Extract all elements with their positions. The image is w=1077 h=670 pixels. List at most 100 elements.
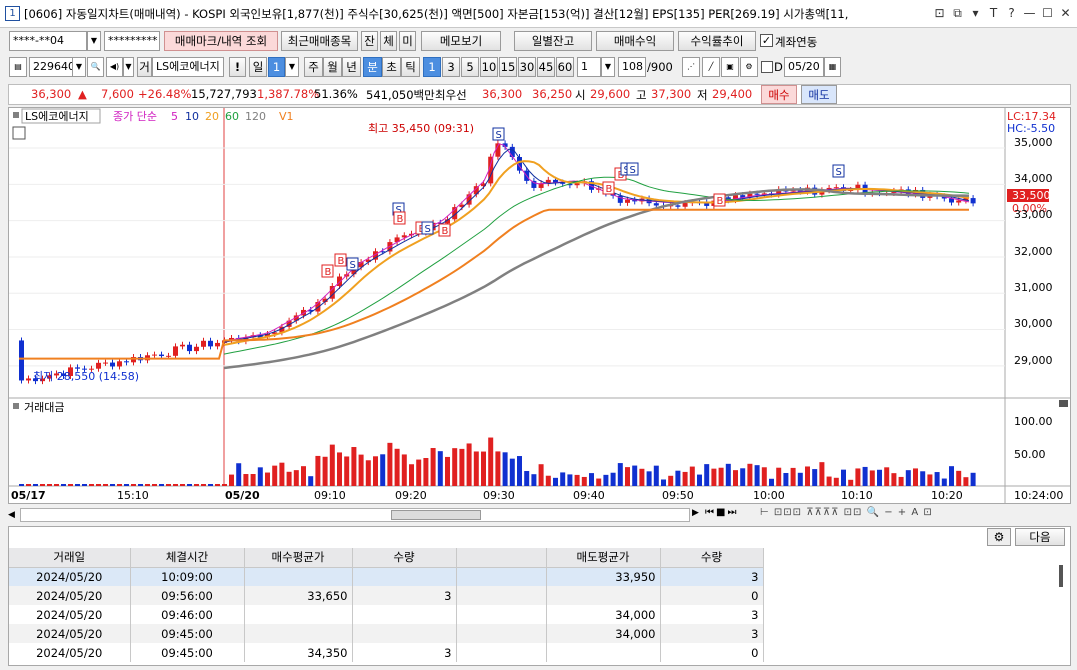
interval-45-button[interactable]: 45 <box>537 57 555 77</box>
trade-profit-button[interactable]: 매매수익 <box>596 31 674 51</box>
col-sell-qty: 수량 <box>660 548 764 568</box>
high-annotation: 최고 35,450 (09:31) <box>368 122 474 135</box>
price-tick: 33,000 <box>1014 208 1053 221</box>
interval-1-button[interactable]: 1 <box>423 57 441 77</box>
price-chart-svg[interactable]: BBSSBBSBSBBSSBS LS에코에너지 종가 단순 5 10 20 60… <box>9 108 1070 503</box>
date-checkbox[interactable] <box>761 61 773 73</box>
chart-panel[interactable]: BBSSBBSBSBBSSBS LS에코에너지 종가 단순 5 10 20 60… <box>8 107 1071 504</box>
trade-mark-query-button[interactable]: 매매마크/내역 조회 <box>164 31 278 51</box>
interval-10-button[interactable]: 10 <box>480 57 498 77</box>
interval-15-button[interactable]: 15 <box>499 57 517 77</box>
calendar-icon[interactable]: ▦ <box>824 57 841 77</box>
chart-tool-icons[interactable]: ⊢ ⊡⊡⊡ ⊼⊼⊼⊼ ⊡⊡ 🔍 − + A ⊡ <box>760 507 933 518</box>
recent-trade-items-button[interactable]: 최근매매종목 <box>281 31 358 51</box>
volume-bar <box>437 451 443 486</box>
balance-button[interactable]: 잔 <box>361 31 378 51</box>
interval-dropdown-icon[interactable]: ▼ <box>601 57 615 77</box>
time-label: 10:24:00 <box>1014 489 1063 502</box>
volume-bar <box>208 484 213 486</box>
volume-bar <box>668 475 674 486</box>
memo-button[interactable]: 메모보기 <box>421 31 501 51</box>
font-icon[interactable]: T <box>986 5 1001 21</box>
exchange-badge[interactable]: 거 <box>137 57 152 77</box>
layout-icon[interactable]: ⊡ <box>932 5 947 21</box>
best-bid: 36,250 <box>532 87 573 101</box>
interval-3-button[interactable]: 3 <box>442 57 460 77</box>
table-row[interactable]: 2024/05/20 09:56:00 33,650 3 0 <box>9 586 764 605</box>
next-button[interactable]: 다음 <box>1015 528 1065 546</box>
unfilled-button[interactable]: 미 <box>399 31 416 51</box>
day-count-value[interactable]: 1 <box>268 57 285 77</box>
code-dropdown-icon[interactable]: ▼ <box>72 57 86 77</box>
help-icon[interactable]: ? <box>1004 5 1019 21</box>
account-dropdown-icon[interactable]: ▼ <box>87 31 101 51</box>
stock-code-input[interactable]: 229640 <box>29 57 73 77</box>
volume-bar <box>173 484 178 486</box>
settings-gear-icon[interactable]: ⚙ <box>740 57 758 77</box>
day-dropdown-icon[interactable]: ▼ <box>285 57 299 77</box>
password-input[interactable]: ********* <box>104 31 160 51</box>
scroll-right-icon[interactable]: ▶ <box>692 508 699 518</box>
table-row[interactable]: 2024/05/20 09:45:00 34,000 3 <box>9 624 764 643</box>
close-icon[interactable]: ✕ <box>1058 5 1073 21</box>
drawing-tool-icon[interactable]: ⋰ <box>682 57 700 77</box>
buy-marker: B <box>325 267 332 278</box>
volume-bar <box>301 466 306 486</box>
buy-button[interactable]: 매수 <box>761 85 797 104</box>
table-row[interactable]: 2024/05/20 09:45:00 34,350 3 0 <box>9 643 764 662</box>
bar-count-input[interactable]: 108 <box>618 57 646 77</box>
sell-button[interactable]: 매도 <box>801 85 837 104</box>
interval-5-button[interactable]: 5 <box>461 57 479 77</box>
grid-scrollbar[interactable] <box>1059 565 1063 587</box>
return-trend-button[interactable]: 수익률추이 <box>678 31 756 51</box>
date-input[interactable]: 05/20 <box>784 57 824 77</box>
save-icon[interactable]: ▣ <box>721 57 739 77</box>
chart-menu-icon[interactable]: ▤ <box>9 57 27 77</box>
legend-v1: V1 <box>279 110 294 123</box>
account-input[interactable]: ****-**04 <box>9 31 87 51</box>
speaker-icon[interactable]: ◀) <box>106 57 123 77</box>
volume-bar <box>473 451 479 486</box>
period-tick-button[interactable]: 틱 <box>401 57 420 77</box>
time-label: 09:50 <box>662 489 694 502</box>
interval-60-button[interactable]: 60 <box>556 57 574 77</box>
period-week-button[interactable]: 주 <box>304 57 323 77</box>
chart-scrollbar[interactable] <box>20 508 690 522</box>
volume-bar <box>589 473 594 486</box>
maximize-icon[interactable]: ☐ <box>1040 5 1055 21</box>
volume-pane-close-icon[interactable] <box>1059 400 1068 407</box>
table-row[interactable]: 2024/05/20 10:09:00 33,950 3 <box>9 567 764 586</box>
period-month-button[interactable]: 월 <box>323 57 342 77</box>
period-year-button[interactable]: 년 <box>342 57 361 77</box>
table-row[interactable]: 2024/05/20 09:46:00 34,000 3 <box>9 605 764 624</box>
volume-bar <box>833 477 839 486</box>
gear-icon[interactable]: ⚙ <box>987 528 1011 546</box>
period-second-button[interactable]: 초 <box>382 57 401 77</box>
interval-count-input[interactable]: 1 <box>577 57 601 77</box>
volume-bar <box>524 471 530 486</box>
scroll-left-icon[interactable]: ◀ <box>8 508 18 522</box>
account-link-checkbox[interactable]: ✓ <box>760 34 773 47</box>
volume-bar <box>250 473 256 486</box>
toolbar-account: ****-**04 ▼ ********* 매매마크/내역 조회 최근매매종목 … <box>0 31 1077 53</box>
minimize-icon[interactable]: — <box>1022 5 1037 21</box>
volume-bar <box>159 484 164 486</box>
trend-tool-icon[interactable]: ╱ <box>702 57 720 77</box>
restore-icon[interactable]: ⧉ <box>950 5 965 21</box>
volume-bar <box>401 454 407 486</box>
grid-toggle-icon[interactable] <box>12 126 26 140</box>
candle <box>166 355 171 357</box>
filled-button[interactable]: 체 <box>380 31 397 51</box>
scrollbar-thumb[interactable] <box>391 510 481 520</box>
volume-bar <box>848 479 854 486</box>
dropdown-icon[interactable]: ▾ <box>968 5 983 21</box>
speaker-dropdown-icon[interactable]: ▼ <box>123 57 134 77</box>
period-minute-button[interactable]: 분 <box>363 57 382 77</box>
candle <box>833 187 839 189</box>
playback-controls[interactable]: ⏮■⏭ <box>705 507 738 518</box>
alert-icon[interactable]: ! <box>229 57 246 77</box>
interval-30-button[interactable]: 30 <box>518 57 536 77</box>
search-icon[interactable]: 🔍 <box>87 57 104 77</box>
daily-balance-button[interactable]: 일별잔고 <box>514 31 592 51</box>
period-day-button[interactable]: 일 <box>249 57 267 77</box>
